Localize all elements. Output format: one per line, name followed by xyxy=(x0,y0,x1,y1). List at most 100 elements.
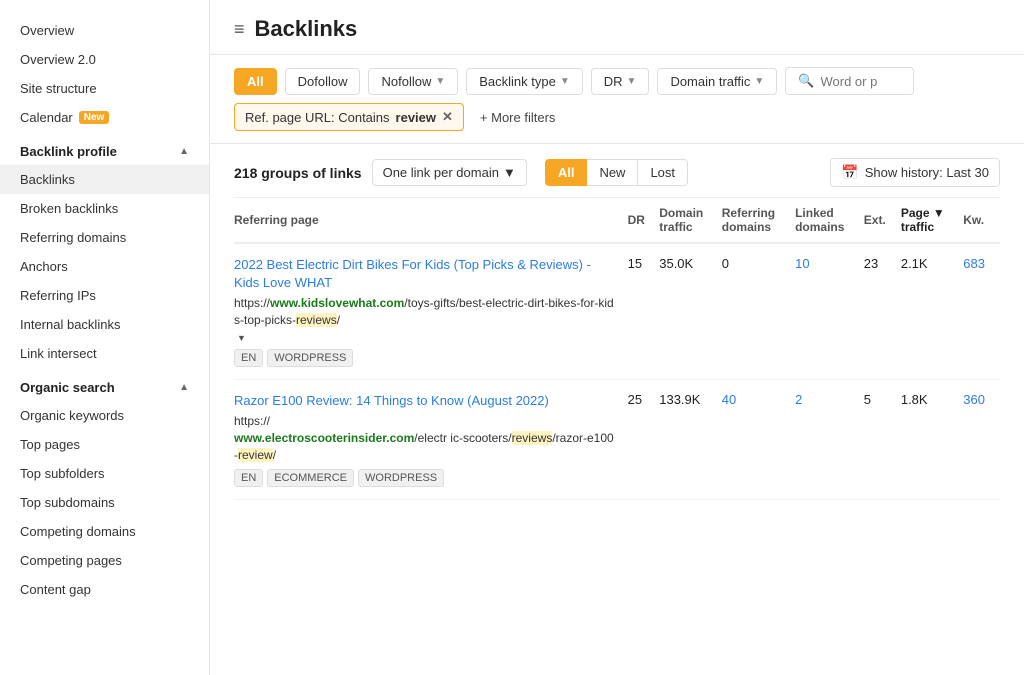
row-0-page-traffic: 2.1K xyxy=(901,243,963,379)
row-0-more-btn[interactable] xyxy=(234,333,246,343)
sidebar-item-top-pages[interactable]: Top pages xyxy=(0,430,209,459)
history-tab-group: All New Lost xyxy=(545,159,688,186)
sidebar-item-top-subdomains[interactable]: Top subdomains xyxy=(0,488,209,517)
filter-backlink-type-btn[interactable]: Backlink type ▼ xyxy=(466,68,583,95)
organic-section-label: Organic search xyxy=(20,380,115,395)
show-history-btn[interactable]: 📅 Show history: Last 30 xyxy=(830,158,1000,187)
filter-domain-traffic-btn[interactable]: Domain traffic ▼ xyxy=(657,68,777,95)
col-ext[interactable]: Ext. xyxy=(864,198,901,243)
row-1-domain[interactable]: www.electroscooterinsider.com xyxy=(234,431,414,445)
link-per-domain-selector[interactable]: One link per domain ▼ xyxy=(372,159,527,186)
new-badge: New xyxy=(79,111,110,124)
organic-section-arrow: ▲ xyxy=(179,382,189,393)
row-1-linked-domains[interactable]: 2 xyxy=(795,379,864,499)
col-kw[interactable]: Kw. xyxy=(963,198,1000,243)
search-btn[interactable]: 🔍 xyxy=(785,67,913,95)
sidebar-item-referring-domains[interactable]: Referring domains xyxy=(0,223,209,252)
active-filter-close[interactable]: ✕ xyxy=(442,109,453,125)
row-0-dr: 15 xyxy=(628,243,660,379)
sidebar-item-broken-backlinks[interactable]: Broken backlinks xyxy=(0,194,209,223)
hamburger-icon[interactable]: ≡ xyxy=(234,19,245,40)
active-filter-value: review xyxy=(396,110,436,125)
row-0-domain-traffic: 35.0K xyxy=(659,243,722,379)
backlink-type-label: Backlink type xyxy=(479,74,556,89)
filter-nofollow-btn[interactable]: Nofollow ▼ xyxy=(368,68,458,95)
sidebar-item-competing-pages[interactable]: Competing pages xyxy=(0,546,209,575)
sidebar-item-overview[interactable]: Overview xyxy=(0,16,209,45)
sidebar-item-competing-domains[interactable]: Competing domains xyxy=(0,517,209,546)
backlink-section-arrow: ▲ xyxy=(179,146,189,157)
active-filter-chip: Ref. page URL: Contains review ✕ xyxy=(234,103,464,131)
sidebar-item-content-gap[interactable]: Content gap xyxy=(0,575,209,604)
page-heading: Backlinks xyxy=(255,16,358,42)
col-domain-traffic[interactable]: Domaintraffic xyxy=(659,198,722,243)
col-linked-domains[interactable]: Linkeddomains xyxy=(795,198,864,243)
search-input[interactable] xyxy=(821,74,901,89)
sidebar-item-link-intersect[interactable]: Link intersect xyxy=(0,339,209,368)
row-1-dr: 25 xyxy=(628,379,660,499)
domain-traffic-chevron: ▼ xyxy=(754,76,764,87)
sidebar-item-site-structure[interactable]: Site structure xyxy=(0,74,209,103)
tag-ecommerce: ECOMMERCE xyxy=(267,469,354,487)
filter-row-2: Ref. page URL: Contains review ✕ + More … xyxy=(234,103,1000,131)
sidebar-item-internal-backlinks[interactable]: Internal backlinks xyxy=(0,310,209,339)
header: ≡ Backlinks xyxy=(210,0,1024,55)
col-dr[interactable]: DR xyxy=(628,198,660,243)
row-0-url: https://www.kidslovewhat.com/toys-gifts/… xyxy=(234,295,618,329)
tag-en: EN xyxy=(234,469,263,487)
tag-wordpress: WORDPRESS xyxy=(267,349,353,367)
sidebar-item-anchors[interactable]: Anchors xyxy=(0,252,209,281)
page-title: ≡ Backlinks xyxy=(234,16,1000,42)
row-0-referring-page: 2022 Best Electric Dirt Bikes For Kids (… xyxy=(234,243,628,379)
tab-lost[interactable]: Lost xyxy=(638,159,688,186)
row-0-linked-domains[interactable]: 10 xyxy=(795,243,864,379)
link-per-domain-label: One link per domain xyxy=(383,165,499,180)
sidebar: OverviewOverview 2.0Site structureCalend… xyxy=(0,0,210,675)
nofollow-chevron: ▼ xyxy=(435,76,445,87)
sidebar-item-top-subfolders[interactable]: Top subfolders xyxy=(0,459,209,488)
active-filter-prefix: Ref. page URL: Contains xyxy=(245,110,390,125)
domain-traffic-label: Domain traffic xyxy=(670,74,750,89)
row-0-tags: ENWORDPRESS xyxy=(234,349,618,367)
row-1-page-traffic: 1.8K xyxy=(901,379,963,499)
sidebar-item-backlinks[interactable]: Backlinks xyxy=(0,165,209,194)
row-0-title[interactable]: 2022 Best Electric Dirt Bikes For Kids (… xyxy=(234,256,618,292)
row-1-kw[interactable]: 360 xyxy=(963,379,1000,499)
tab-all[interactable]: All xyxy=(545,159,588,186)
filter-dofollow-btn[interactable]: Dofollow xyxy=(285,68,361,95)
calendar-icon: 📅 xyxy=(841,164,858,181)
row-0-domain[interactable]: www.kidslovewhat.com xyxy=(270,296,404,310)
link-per-domain-chevron: ▼ xyxy=(503,165,516,180)
row-1-url: https://www.electroscooterinsider.com/el… xyxy=(234,413,618,463)
row-1-referring-page: Razor E100 Review: 14 Things to Know (Au… xyxy=(234,379,628,499)
sidebar-item-calendar[interactable]: CalendarNew xyxy=(0,103,209,132)
row-1-tags: ENECOMMERCEWORDPRESS xyxy=(234,469,618,487)
tag-en: EN xyxy=(234,349,263,367)
table-toolbar: 218 groups of links One link per domain … xyxy=(234,144,1000,198)
table-row: Razor E100 Review: 14 Things to Know (Au… xyxy=(234,379,1000,499)
filter-all-btn[interactable]: All xyxy=(234,68,277,95)
col-referring-domains[interactable]: Referringdomains xyxy=(722,198,795,243)
row-1-referring-domains[interactable]: 40 xyxy=(722,379,795,499)
filter-dr-btn[interactable]: DR ▼ xyxy=(591,68,650,95)
row-1-title[interactable]: Razor E100 Review: 14 Things to Know (Au… xyxy=(234,392,618,410)
tab-new[interactable]: New xyxy=(587,159,638,186)
sidebar-item-organic-keywords[interactable]: Organic keywords xyxy=(0,401,209,430)
table-row: 2022 Best Electric Dirt Bikes For Kids (… xyxy=(234,243,1000,379)
row-0-referring-domains: 0 xyxy=(722,243,795,379)
more-filters-btn[interactable]: + More filters xyxy=(472,105,564,130)
groups-count: 218 groups of links xyxy=(234,165,362,181)
main-content: ≡ Backlinks All Dofollow Nofollow ▼ Back… xyxy=(210,0,1024,675)
filter-row-1: All Dofollow Nofollow ▼ Backlink type ▼ … xyxy=(234,67,1000,95)
dr-label: DR xyxy=(604,74,623,89)
backlinks-table: Referring page DR Domaintraffic Referrin… xyxy=(234,198,1000,500)
backlink-type-chevron: ▼ xyxy=(560,76,570,87)
row-1-domain-traffic: 133.9K xyxy=(659,379,722,499)
dr-chevron: ▼ xyxy=(627,76,637,87)
sidebar-item-overview2[interactable]: Overview 2.0 xyxy=(0,45,209,74)
col-page-traffic[interactable]: Page ▼traffic xyxy=(901,198,963,243)
table-header-row: Referring page DR Domaintraffic Referrin… xyxy=(234,198,1000,243)
sidebar-section-organic: Organic search ▲ xyxy=(0,368,209,401)
row-0-kw[interactable]: 683 xyxy=(963,243,1000,379)
sidebar-item-referring-ips[interactable]: Referring IPs xyxy=(0,281,209,310)
